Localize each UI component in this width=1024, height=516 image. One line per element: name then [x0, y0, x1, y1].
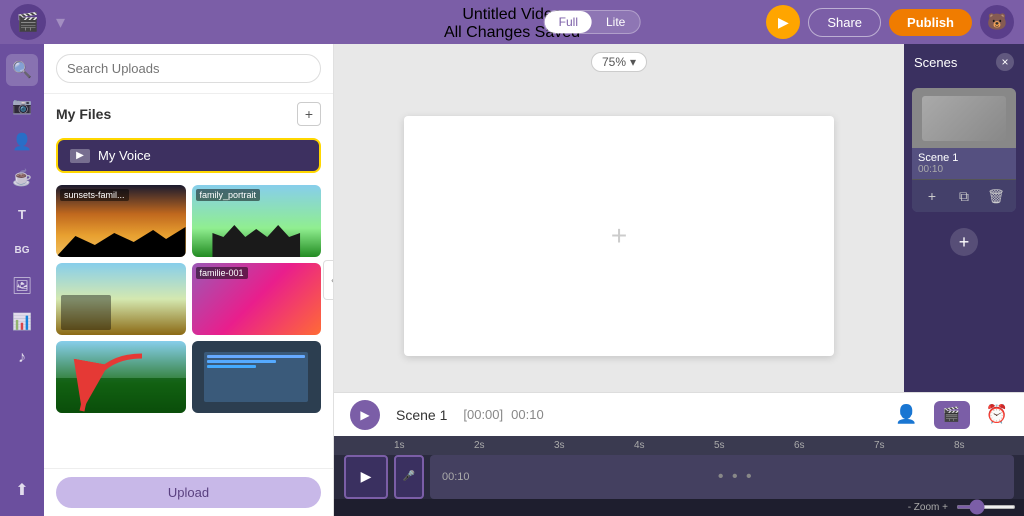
canvas-wrapper: + — [334, 80, 904, 392]
publish-button[interactable]: Publish — [889, 9, 972, 36]
scenes-close-button[interactable]: × — [996, 53, 1014, 71]
scene-card: Scene 1 00:10 + ⧉ 🗑 — [912, 88, 1016, 212]
scene-icons: 👤 🎬 ⏰ — [895, 401, 1008, 429]
scene-card-name: Scene 1 — [918, 152, 1010, 164]
sidebar-chart-btn[interactable]: 📊 — [6, 306, 38, 338]
timeline-ruler: 1s 2s 3s 4s 5s 6s 7s 8s 9s 10 — [334, 436, 1024, 455]
canvas-toolbar: 75% ▾ — [334, 44, 904, 80]
add-scene-button[interactable]: + — [950, 228, 978, 256]
sidebar-media-btn[interactable]: 📷 — [6, 90, 38, 122]
view-toggle: Full Lite — [544, 10, 641, 34]
topbar: 🎬 ▾ Untitled Video All Changes Saved Ful… — [0, 0, 1024, 44]
scene-time-start: [00:00] — [463, 407, 503, 422]
sidebar-music-btn[interactable]: ♪ — [6, 342, 38, 374]
timeline-section: 1s 2s 3s 4s 5s 6s 7s 8s 9s 10 ▶ 🎤 00:10 … — [334, 436, 1024, 516]
ruler-mark: 6s — [794, 440, 805, 451]
timeline-zoom-label: - Zoom + — [908, 502, 948, 513]
share-button[interactable]: Share — [808, 8, 881, 37]
sidebar-person-btn[interactable]: 👤 — [6, 126, 38, 158]
view-full-btn[interactable]: Full — [545, 11, 592, 33]
timeline-clip-thumbnail[interactable]: ▶ — [344, 455, 388, 499]
ruler-mark: 8s — [954, 440, 965, 451]
ruler-mark: 3s — [554, 440, 565, 451]
scene-add-action-button[interactable]: + — [920, 184, 944, 208]
upload-panel: My Files + ▶ My Voice sunsets-famil... f… — [44, 44, 334, 516]
scene-duration: 00:10 — [511, 407, 544, 422]
canvas-frame[interactable]: + — [404, 116, 834, 356]
screenshot-preview — [192, 341, 322, 413]
scenes-title: Scenes — [914, 55, 957, 70]
my-files-title: My Files — [56, 106, 111, 122]
list-item[interactable]: family_portrait — [192, 185, 322, 257]
topbar-right: ▶ Share Publish 🐻 — [766, 5, 1014, 39]
zoom-level: 75% — [602, 55, 626, 69]
scene-timestamps: [00:00] 00:10 — [463, 407, 543, 422]
ruler-mark: 4s — [634, 440, 645, 451]
timeline-track[interactable]: 00:10 • • • — [430, 455, 1014, 499]
ruler-mark: 7s — [874, 440, 885, 451]
zoom-dropdown-icon: ▾ — [630, 55, 636, 69]
timeline-dots: • • • — [718, 468, 754, 486]
canvas-area: 75% ▾ + — [334, 44, 904, 392]
sidebar-template-btn[interactable]: ☕ — [6, 162, 38, 194]
scenes-panel: Scenes × Scene 1 00:10 + ⧉ 🗑 — [904, 44, 1024, 392]
upload-button[interactable]: Upload — [56, 477, 321, 508]
scene-card-time: 00:10 — [918, 164, 1010, 175]
my-files-header: My Files + — [44, 94, 333, 134]
timeline-clip-thumb2[interactable]: 🎤 — [394, 455, 424, 499]
scene-person-button[interactable]: 👤 — [895, 401, 917, 429]
list-item[interactable] — [192, 341, 322, 413]
upload-btn-bar: Upload — [44, 468, 333, 516]
scene-card-actions: + ⧉ 🗑 — [912, 179, 1016, 212]
search-input[interactable] — [56, 54, 321, 83]
search-area — [44, 44, 333, 94]
timeline-track-label: 00:10 — [442, 471, 470, 483]
scene-duplicate-button[interactable]: ⧉ — [952, 184, 976, 208]
scene-clock-button[interactable]: ⏰ — [986, 401, 1008, 429]
sidebar-image-btn[interactable]: 🖼 — [6, 270, 38, 302]
list-item[interactable] — [56, 263, 186, 335]
thumb-label: family_portrait — [196, 189, 261, 201]
timeline-content: ▶ 🎤 00:10 • • • — [334, 455, 1024, 499]
list-item[interactable]: familie-001 — [192, 263, 322, 335]
app-logo[interactable]: 🎬 — [10, 4, 46, 40]
zoom-slider[interactable] — [956, 505, 1016, 509]
scene-name: Scene 1 — [396, 407, 447, 423]
ruler-mark: 1s — [394, 440, 405, 451]
ruler-mark: 2s — [474, 440, 485, 451]
scenes-header: Scenes × — [904, 44, 1024, 80]
scene-film-icon[interactable]: 🎬 — [934, 401, 970, 429]
main-layout: 🔍 📷 👤 ☕ T BG 🖼 📊 ♪ ⬆ My Files + ▶ My Voi… — [0, 44, 1024, 516]
canvas-add-icon: + — [611, 220, 627, 252]
thumb-label: familie-001 — [196, 267, 248, 279]
list-item[interactable] — [56, 341, 186, 413]
sidebar-search-btn[interactable]: 🔍 — [6, 54, 38, 86]
thumb-grid: sunsets-famil... family_portrait familie… — [56, 185, 321, 413]
my-voice-label: My Voice — [98, 148, 151, 163]
panel-collapse-button[interactable]: ‹ — [323, 260, 334, 300]
ruler-mark: 5s — [714, 440, 725, 451]
list-item[interactable]: sunsets-famil... — [56, 185, 186, 257]
scene-play-button[interactable]: ▶ — [350, 400, 380, 430]
scene-card-thumbnail[interactable] — [912, 88, 1016, 148]
thumb-label: sunsets-famil... — [60, 189, 129, 201]
timeline-bottom-bar: - Zoom + — [334, 499, 1024, 516]
scene-bar: ▶ Scene 1 [00:00] 00:10 👤 🎬 ⏰ — [334, 392, 1024, 436]
scene-card-info: Scene 1 00:10 — [912, 148, 1016, 179]
sidebar-text-btn[interactable]: T — [6, 198, 38, 230]
sidebar-upload-btn[interactable]: ⬆ — [6, 474, 38, 506]
sidebar-bg-btn[interactable]: BG — [6, 234, 38, 266]
preview-play-button[interactable]: ▶ — [766, 5, 800, 39]
icon-sidebar: 🔍 📷 👤 ☕ T BG 🖼 📊 ♪ ⬆ — [0, 44, 44, 516]
thumbnails-scroll: sunsets-famil... family_portrait familie… — [44, 177, 333, 468]
my-voice-button[interactable]: ▶ My Voice — [56, 138, 321, 173]
avatar[interactable]: 🐻 — [980, 5, 1014, 39]
view-lite-btn[interactable]: Lite — [592, 11, 639, 33]
scene-delete-button[interactable]: 🗑 — [984, 184, 1008, 208]
my-voice-icon: ▶ — [70, 149, 90, 163]
zoom-indicator[interactable]: 75% ▾ — [591, 52, 647, 72]
add-file-button[interactable]: + — [297, 102, 321, 126]
